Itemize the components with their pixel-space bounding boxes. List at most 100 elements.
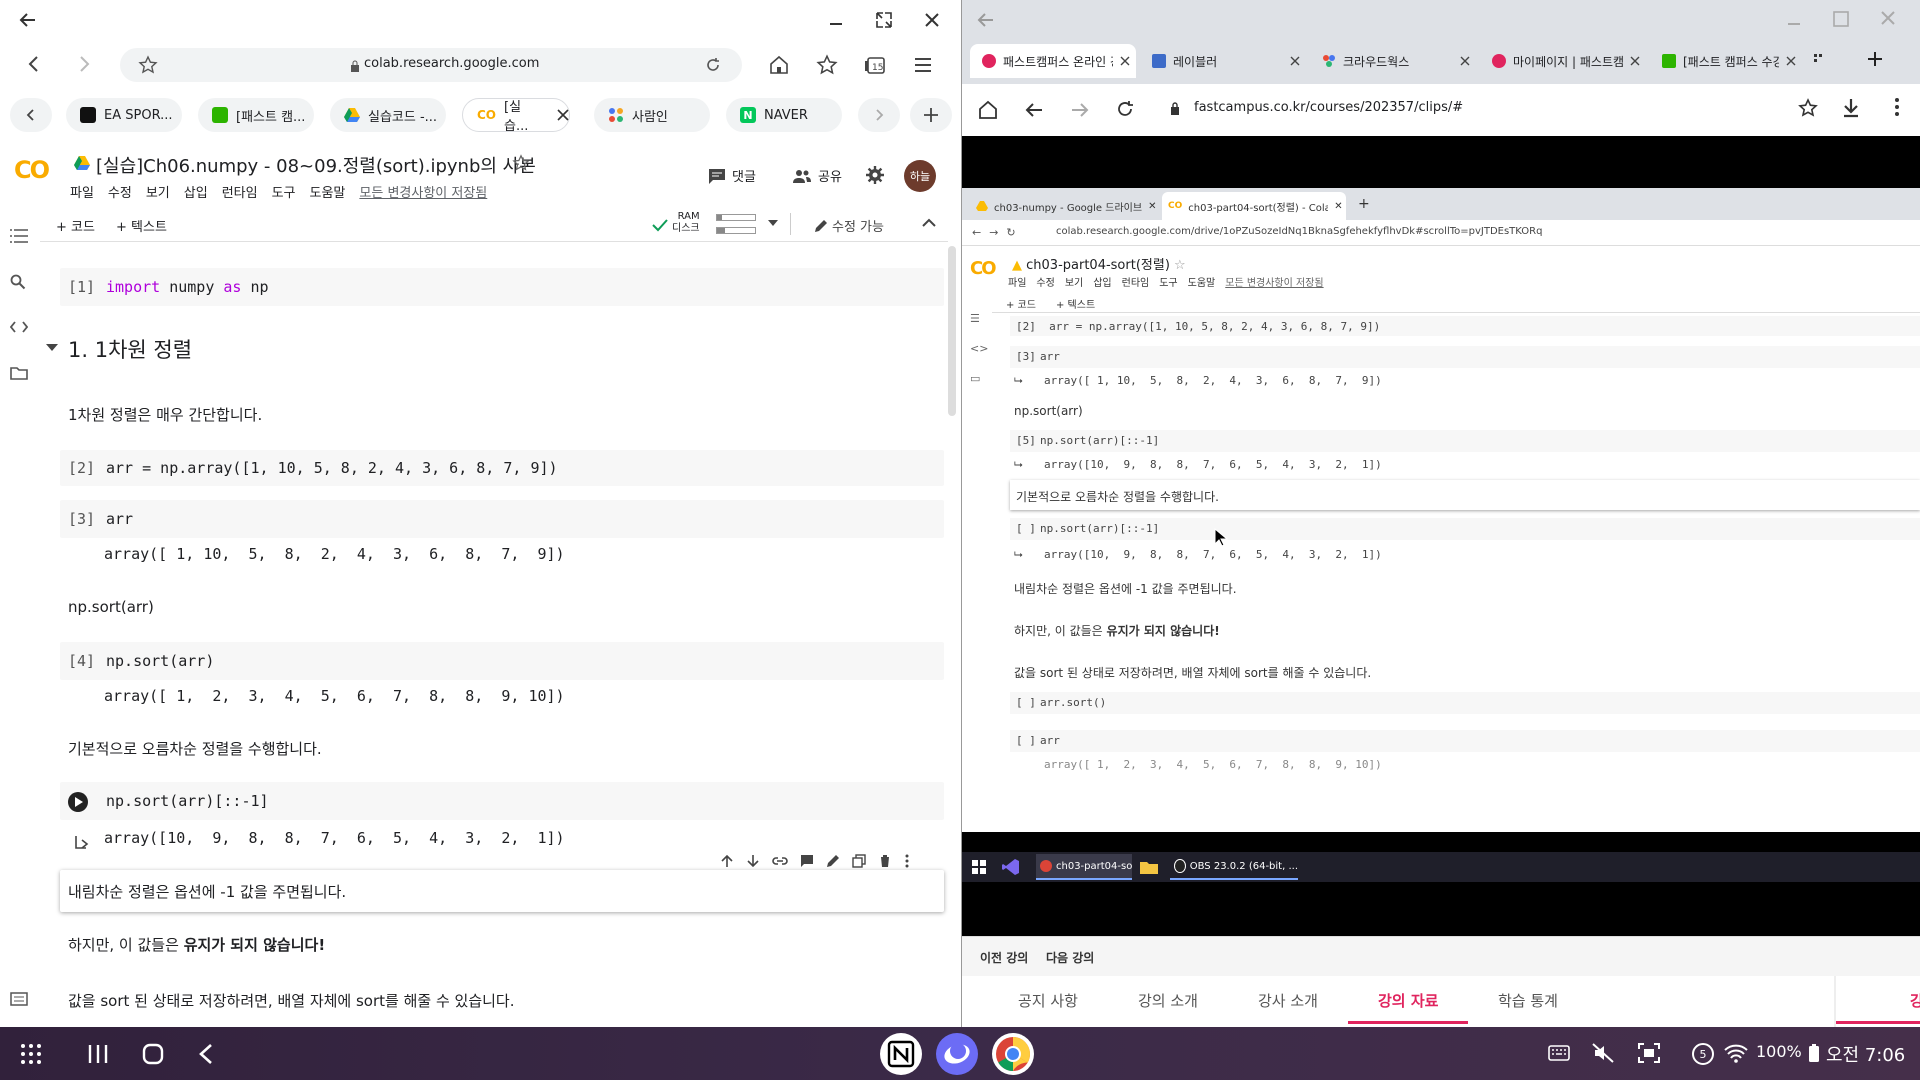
tab-close-icon[interactable] <box>1630 56 1640 66</box>
terminal-icon[interactable] <box>10 992 30 1012</box>
tab-fastcampus[interactable]: [패스트 캠... <box>198 98 314 132</box>
avatar[interactable]: 하늘 <box>904 160 936 192</box>
right-home-icon[interactable] <box>978 100 998 120</box>
tab-search-icon[interactable] <box>1812 52 1826 66</box>
minimize-icon[interactable] <box>822 8 850 32</box>
tab-notice[interactable]: 공지 사항 <box>1018 990 1078 1011</box>
tab-scroll-left-icon[interactable] <box>10 98 52 132</box>
tab-lecture-materials[interactable]: 강의 자료 <box>1378 990 1438 1011</box>
tab-close-icon[interactable] <box>1460 56 1470 66</box>
tab-lecture-intro[interactable]: 강의 소개 <box>1138 990 1198 1011</box>
resource-dropdown-icon[interactable] <box>768 220 778 228</box>
app-drawer-icon[interactable] <box>20 1043 42 1065</box>
right-nav-back-icon[interactable] <box>1024 100 1044 120</box>
notion-app-icon[interactable] <box>880 1033 922 1075</box>
tab-fastcampus-course[interactable]: [패스트 캠퍼스 수강 <box>1650 44 1800 78</box>
right-minimize-icon[interactable] <box>1786 10 1802 26</box>
lecture-video-player[interactable]: ch03-numpy - Google 드라이브 ✕ CO ch03-part04… <box>962 136 1920 936</box>
screen-capture-icon[interactable] <box>1638 1043 1660 1063</box>
tab-saramin[interactable]: 사람인 <box>594 98 710 132</box>
reload-icon[interactable] <box>704 56 722 74</box>
maximize-icon[interactable] <box>870 8 898 32</box>
home-button-icon[interactable] <box>142 1043 164 1065</box>
side-panel-tab[interactable]: 강 <box>1910 990 1920 1011</box>
add-text-button[interactable]: + 텍스트 <box>116 216 167 235</box>
folder-icon[interactable] <box>10 366 30 386</box>
section-collapse-icon[interactable] <box>46 344 58 352</box>
home-icon[interactable] <box>768 54 790 76</box>
back-arrow-icon[interactable] <box>14 8 42 32</box>
tab-close-icon[interactable] <box>1120 56 1130 66</box>
more-vert-icon[interactable] <box>904 854 910 868</box>
tab-scroll-right-icon[interactable] <box>858 98 900 132</box>
collapse-chevron-icon[interactable] <box>922 218 936 228</box>
run-cell-icon[interactable] <box>68 792 88 812</box>
tab-close-icon[interactable] <box>1786 56 1796 66</box>
menu-edit[interactable]: 수정 <box>108 186 132 201</box>
comment-cell-icon[interactable] <box>800 854 814 868</box>
menu-runtime[interactable]: 런타임 <box>222 186 258 201</box>
menu-file[interactable]: 파일 <box>70 186 94 201</box>
tab-ea-sports[interactable]: EA SPOR... <box>66 98 182 132</box>
right-reload-icon[interactable] <box>1116 100 1134 118</box>
delete-trash-icon[interactable] <box>878 854 892 868</box>
copy-cell-icon[interactable] <box>852 854 866 868</box>
mute-icon[interactable] <box>1592 1043 1614 1063</box>
chrome-app-icon[interactable] <box>992 1033 1034 1075</box>
disk-meter[interactable] <box>716 227 756 234</box>
tab-naver[interactable]: N NAVER <box>726 98 842 132</box>
next-lecture-button[interactable]: 다음 강의 <box>1046 949 1094 966</box>
move-up-icon[interactable] <box>720 854 734 868</box>
saved-status[interactable]: 모든 변경사항이 저장됨 <box>359 186 487 201</box>
tab-fastcampus-online[interactable]: 패스트캠퍼스 온라인 강 <box>970 44 1136 78</box>
samsung-internet-app-icon[interactable] <box>936 1033 978 1075</box>
code-cell-3[interactable]: [3] arr <box>60 500 944 538</box>
menu-help[interactable]: 도움말 <box>310 186 346 201</box>
menu-view[interactable]: 보기 <box>146 186 170 201</box>
comment-button[interactable]: 댓글 <box>708 166 756 185</box>
notebook-title[interactable]: [실습]Ch06.numpy - 08~09.정렬(sort).ipynb의 사… <box>96 152 536 178</box>
right-nav-forward-icon[interactable] <box>1070 100 1090 120</box>
edit-pencil-icon[interactable] <box>826 854 840 868</box>
address-bar[interactable]: colab.research.google.com <box>120 48 742 82</box>
close-icon[interactable] <box>918 8 946 32</box>
search-icon[interactable] <box>10 274 30 294</box>
right-kebab-menu-icon[interactable] <box>1894 98 1900 116</box>
tab-close-icon[interactable] <box>557 109 569 121</box>
toc-icon[interactable] <box>10 228 30 248</box>
link-icon[interactable] <box>772 854 788 868</box>
keyboard-icon[interactable] <box>1548 1045 1570 1061</box>
right-close-icon[interactable] <box>1880 10 1896 26</box>
recent-apps-icon[interactable] <box>88 1043 108 1065</box>
code-cell-5[interactable]: np.sort(arr)[::-1] <box>60 782 944 820</box>
notification-count-badge[interactable]: 5 <box>1692 1043 1714 1065</box>
right-back-arrow-icon[interactable] <box>976 10 996 30</box>
tab-colab-active[interactable]: CO [실습... <box>462 98 570 134</box>
tab-practice-code[interactable]: 실습코드 -... <box>330 98 446 132</box>
nav-back-icon[interactable] <box>24 54 44 74</box>
tab-learning-stats[interactable]: 학습 통계 <box>1498 990 1558 1011</box>
wifi-icon[interactable] <box>1724 1043 1748 1063</box>
edit-mode-button[interactable]: 수정 가능 <box>814 216 884 235</box>
tab-mypage[interactable]: 마이페이지 | 패스트캠 <box>1480 44 1646 78</box>
menu-icon[interactable] <box>912 54 934 76</box>
favorites-star-icon[interactable] <box>816 54 838 76</box>
bookmark-star-icon[interactable] <box>138 55 158 75</box>
new-tab-icon[interactable] <box>910 98 952 132</box>
right-url[interactable]: fastcampus.co.kr/courses/202357/clips/# <box>1194 100 1463 115</box>
download-icon[interactable] <box>1842 98 1860 118</box>
nav-forward-icon[interactable] <box>74 54 94 74</box>
menu-insert[interactable]: 삽입 <box>184 186 208 201</box>
settings-gear-icon[interactable] <box>866 166 884 184</box>
add-code-button[interactable]: + 코드 <box>56 216 95 235</box>
tab-close-icon[interactable] <box>1290 56 1300 66</box>
code-cell-1[interactable]: [1] import numpy as np <box>60 268 944 306</box>
menu-tools[interactable]: 도구 <box>272 186 296 201</box>
move-down-icon[interactable] <box>746 854 760 868</box>
tab-crowdworks[interactable]: 크라우드웍스 <box>1310 44 1476 78</box>
right-bookmark-star-icon[interactable] <box>1798 98 1818 118</box>
share-button[interactable]: 공유 <box>792 166 842 185</box>
system-back-icon[interactable] <box>198 1043 214 1065</box>
tab-count-icon[interactable]: 15 <box>864 54 886 76</box>
right-new-tab-icon[interactable] <box>1866 50 1884 68</box>
